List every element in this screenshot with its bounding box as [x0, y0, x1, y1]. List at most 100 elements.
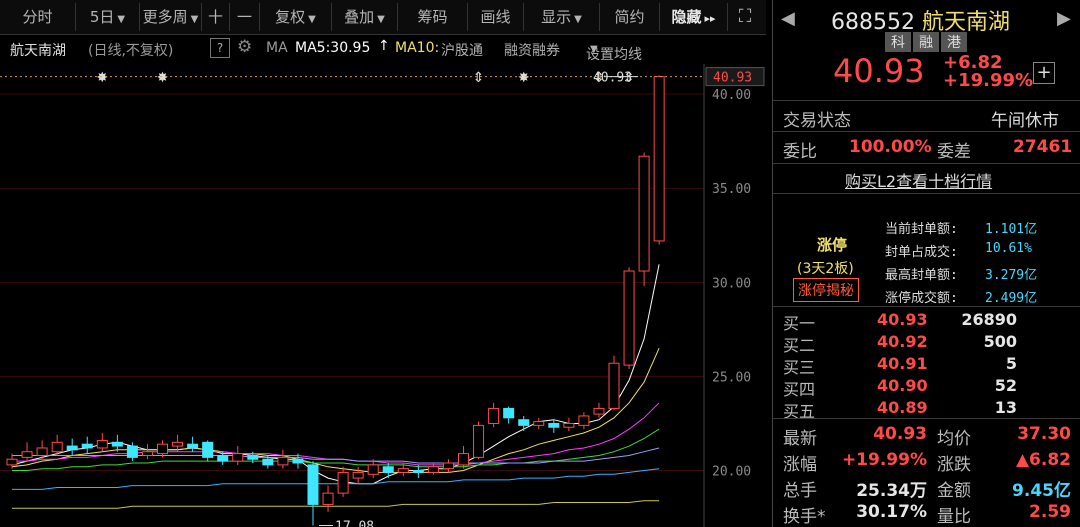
chevron-down-icon: ▼ — [377, 14, 385, 25]
quote-panel: ◀ 688552 航天南湖 ▶ 科融港 40.93 +6.82 +19.99% … — [772, 0, 1080, 527]
candle-body — [202, 441, 214, 458]
ma5-value: MA5:30.95 — [295, 40, 371, 56]
limit-stat-value: 1.101亿 — [985, 222, 1038, 237]
candle-body — [533, 421, 545, 426]
fullscreen-icon[interactable]: ⛶ — [730, 3, 760, 31]
stat-label: 金额 — [937, 481, 971, 501]
candle-body — [593, 407, 605, 415]
bid-volume: 500 — [983, 332, 1017, 351]
limit-up-streak: (3天2板) — [797, 261, 854, 277]
zoom-in-button[interactable]: 十 — [202, 3, 230, 31]
candle-body — [653, 76, 665, 242]
ma-label: MA — [266, 40, 288, 56]
limit-up-detail-button[interactable]: 涨停揭秘 — [793, 278, 859, 302]
display-button[interactable]: 显示 ▼ — [524, 3, 600, 31]
limit-stat-label: 最高封单额: — [885, 268, 958, 283]
candle-body — [412, 470, 424, 473]
ma60-line — [12, 447, 660, 464]
stat-value: +19.99% — [841, 450, 927, 470]
annotations: 40.93 40.93 17.08 — [0, 67, 765, 527]
event-markers: ✸ ✸ ⇕ ✸ ⇕ ⇕ — [96, 70, 634, 86]
stat-value: 40.93 — [873, 424, 927, 444]
stat-value: ▲6.82 — [1015, 450, 1071, 470]
candle-body — [262, 458, 274, 466]
stat-value: 2.59 — [1029, 502, 1071, 522]
bid-level-label: 买二 — [783, 336, 816, 355]
tab-intraday[interactable]: 分时 — [0, 3, 76, 31]
candle-body — [277, 456, 289, 466]
bid-volume: 52 — [994, 376, 1017, 395]
adjust-price-button[interactable]: 复权 ▼ — [260, 3, 332, 31]
candle-body — [337, 471, 349, 494]
stat-label: 均价 — [937, 429, 971, 449]
simple-mode-button[interactable]: 简约 — [600, 3, 660, 31]
hide-button[interactable]: 隐藏 ▸▸ — [660, 3, 728, 31]
tab-more-period[interactable]: 更多周 ▼ — [140, 3, 202, 31]
bid-price: 40.92 — [877, 332, 928, 351]
chevron-down-icon: ▼ — [590, 44, 598, 55]
stat-value: 9.45亿 — [1012, 481, 1071, 501]
chart-grid — [0, 64, 705, 527]
bid-price: 40.89 — [877, 398, 928, 417]
candle-body — [21, 451, 33, 458]
candle-body — [217, 454, 229, 462]
hgt-tag[interactable]: 沪股通 — [441, 40, 483, 60]
limit-stat-label: 当前封单额: — [885, 222, 958, 237]
ma10-line — [11, 347, 660, 473]
candle-body — [352, 471, 364, 479]
limit-stat-value: 10.61% — [985, 241, 1032, 256]
limit-stat-label: 涨停成交额: — [885, 291, 958, 306]
status-value: 午间休市 — [991, 111, 1059, 131]
bid-price: 40.91 — [877, 354, 928, 373]
high-price-label: 40.93 — [593, 71, 632, 86]
add-watchlist-button[interactable]: + — [1033, 62, 1055, 84]
wb-value: 100.00% — [849, 137, 932, 157]
candle-body — [111, 441, 123, 447]
draw-line-button[interactable]: 画线 — [468, 3, 524, 31]
candle-body — [397, 468, 409, 473]
kline-chart[interactable]: ✸ ✸ ⇕ ✸ ⇕ ⇕ 40.0035.0030.0025.0020.00 40.9340… — [0, 64, 766, 527]
candle-body — [427, 466, 439, 473]
y-tick-label: 40.00 — [712, 88, 751, 103]
chart-toolbar: 分时 5日 ▼ 更多周 ▼ 十 一 复权 ▼ 叠加 ▼ 筹码 画线 显示 ▼ 简约 隐藏 ▸… — [0, 0, 766, 35]
chips-button[interactable]: 筹码 — [398, 3, 468, 31]
bid-volume: 26890 — [961, 310, 1017, 329]
candle-body — [608, 362, 620, 409]
wc-value: 27461 — [1013, 137, 1073, 157]
tag-margin: 融 — [913, 32, 939, 52]
stat-value: 30.17% — [856, 502, 927, 522]
limit-stat-value: 3.279亿 — [985, 268, 1038, 283]
last-price: 40.93 — [833, 52, 925, 90]
ma250-line — [12, 500, 660, 509]
low-price-label: 17.08 — [335, 519, 374, 527]
candle-body — [623, 270, 635, 366]
next-stock-icon[interactable]: ▶ — [1057, 8, 1071, 29]
candle-body — [36, 447, 48, 456]
ma-lines — [11, 264, 660, 509]
candle-body — [232, 453, 244, 462]
event-marker-icon: ✸ — [96, 70, 108, 86]
gear-icon[interactable]: ⚙ — [237, 37, 252, 57]
candle-body — [292, 458, 304, 464]
ma120-line — [12, 468, 660, 490]
bid-volume: 13 — [994, 398, 1017, 417]
last-price-label: 40.93 — [713, 71, 752, 86]
margin-trading-tag[interactable]: 融资融券 — [504, 40, 560, 60]
candle-body — [172, 441, 184, 447]
bid-level-label: 买三 — [783, 358, 816, 377]
prev-stock-icon[interactable]: ◀ — [781, 8, 795, 29]
tab-5day[interactable]: 5日 ▼ — [76, 3, 140, 31]
bid-level-label: 买一 — [783, 314, 816, 333]
stat-label: 涨跌 — [937, 455, 971, 475]
bid-price: 40.93 — [877, 310, 928, 329]
buy-l2-link[interactable]: 购买L2查看十档行情 — [845, 168, 992, 192]
zoom-out-button[interactable]: 一 — [230, 3, 260, 31]
candle-body — [518, 419, 530, 426]
y-tick-label: 35.00 — [712, 182, 751, 197]
help-icon[interactable]: ? — [210, 38, 230, 58]
ma-legend: 航天南湖 (日线,不复权) ? ⚙ MA MA5:30.95 ↑ MA10: 沪… — [10, 37, 642, 63]
status-label: 交易状态 — [783, 111, 851, 131]
overlay-button[interactable]: 叠加 ▼ — [332, 3, 398, 31]
stat-value: 37.30 — [1017, 424, 1071, 444]
event-marker-icon: ✸ — [518, 70, 530, 86]
